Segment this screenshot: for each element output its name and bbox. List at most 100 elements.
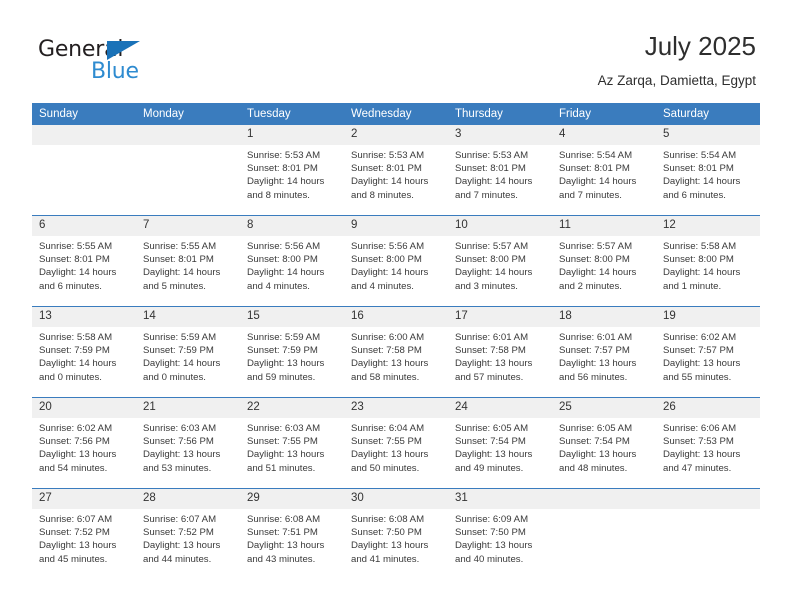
calendar-day-cell[interactable]: 4 Sunrise: 5:54 AM Sunset: 8:01 PM Daylight… bbox=[552, 125, 656, 216]
sunrise-text: Sunrise: 6:01 AM bbox=[559, 332, 633, 343]
calendar-day-cell[interactable]: 6 Sunrise: 5:55 AM Sunset: 8:01 PM Daylight… bbox=[32, 215, 136, 307]
calendar-day-cell[interactable]: 17 Sunrise: 6:01 AM Sunset: 7:58 PM Dayligh… bbox=[448, 306, 552, 398]
day-details: Sunrise: 6:05 AM Sunset: 7:54 PM Daylight:… bbox=[448, 418, 552, 475]
day-number: 31 bbox=[448, 489, 552, 509]
sunrise-text: Sunrise: 5:55 AM bbox=[143, 241, 217, 252]
calendar-day-cell[interactable]: 28 Sunrise: 6:07 AM Sunset: 7:52 PM Dayligh… bbox=[136, 488, 240, 579]
daylight-text: Daylight: 14 hours and 4 minutes. bbox=[351, 267, 429, 292]
sunrise-text: Sunrise: 6:04 AM bbox=[351, 423, 425, 434]
sunrise-text: Sunrise: 5:56 AM bbox=[351, 241, 425, 252]
day-number: 6 bbox=[32, 216, 136, 236]
sunset-text: Sunset: 8:00 PM bbox=[455, 254, 526, 266]
sunset-text: Sunset: 7:55 PM bbox=[247, 436, 318, 448]
calendar-day-cell[interactable]: 20 Sunrise: 6:02 AM Sunset: 7:56 PM Dayligh… bbox=[32, 397, 136, 489]
calendar-day-cell[interactable]: 26 Sunrise: 6:06 AM Sunset: 7:53 PM Dayligh… bbox=[656, 397, 760, 489]
day-number: 15 bbox=[240, 307, 344, 327]
calendar-day-cell[interactable]: 18 Sunrise: 6:01 AM Sunset: 7:57 PM Dayligh… bbox=[552, 306, 656, 398]
calendar-day-cell[interactable]: 11 Sunrise: 5:57 AM Sunset: 8:00 PM Dayligh… bbox=[552, 215, 656, 307]
day-details: Sunrise: 6:00 AM Sunset: 7:58 PM Daylight:… bbox=[344, 327, 448, 384]
calendar-day-cell[interactable]: 22 Sunrise: 6:03 AM Sunset: 7:55 PM Dayligh… bbox=[240, 397, 344, 489]
calendar-day-cell[interactable]: 1 Sunrise: 5:53 AM Sunset: 8:01 PM Daylight… bbox=[240, 125, 344, 216]
calendar-day-cell[interactable]: 29 Sunrise: 6:08 AM Sunset: 7:51 PM Dayligh… bbox=[240, 488, 344, 579]
calendar-day-cell[interactable]: 15 Sunrise: 5:59 AM Sunset: 7:59 PM Dayligh… bbox=[240, 306, 344, 398]
calendar-day-cell[interactable]: 14 Sunrise: 5:59 AM Sunset: 7:59 PM Dayligh… bbox=[136, 306, 240, 398]
calendar-body: 1 Sunrise: 5:53 AM Sunset: 8:01 PM Daylight… bbox=[32, 125, 760, 579]
sunset-text: Sunset: 7:53 PM bbox=[663, 436, 734, 448]
day-details: Sunrise: 5:55 AM Sunset: 8:01 PM Daylight:… bbox=[136, 236, 240, 293]
day-number: 13 bbox=[32, 307, 136, 327]
day-number: 2 bbox=[344, 125, 448, 145]
day-number: 30 bbox=[344, 489, 448, 509]
day-number: 26 bbox=[656, 398, 760, 418]
calendar-day-cell[interactable]: 8 Sunrise: 5:56 AM Sunset: 8:00 PM Daylight… bbox=[240, 215, 344, 307]
sunrise-text: Sunrise: 5:54 AM bbox=[559, 150, 633, 161]
daylight-text: Daylight: 13 hours and 50 minutes. bbox=[351, 449, 429, 474]
day-number: 20 bbox=[32, 398, 136, 418]
calendar-day-cell[interactable]: 9 Sunrise: 5:56 AM Sunset: 8:00 PM Daylight… bbox=[344, 215, 448, 307]
calendar-day-cell[interactable]: 30 Sunrise: 6:08 AM Sunset: 7:50 PM Dayligh… bbox=[344, 488, 448, 579]
day-number: 22 bbox=[240, 398, 344, 418]
day-details: Sunrise: 5:53 AM Sunset: 8:01 PM Daylight:… bbox=[448, 145, 552, 202]
calendar-cell-empty bbox=[32, 125, 136, 216]
daylight-text: Daylight: 13 hours and 56 minutes. bbox=[559, 358, 637, 383]
day-details: Sunrise: 6:05 AM Sunset: 7:54 PM Daylight:… bbox=[552, 418, 656, 475]
sunset-text: Sunset: 7:51 PM bbox=[247, 527, 318, 539]
sunset-text: Sunset: 8:00 PM bbox=[559, 254, 630, 266]
daylight-text: Daylight: 13 hours and 53 minutes. bbox=[143, 449, 221, 474]
calendar-day-cell[interactable]: 19 Sunrise: 6:02 AM Sunset: 7:57 PM Dayligh… bbox=[656, 306, 760, 398]
daylight-text: Daylight: 13 hours and 41 minutes. bbox=[351, 540, 429, 565]
calendar-day-cell[interactable]: 13 Sunrise: 5:58 AM Sunset: 7:59 PM Dayligh… bbox=[32, 306, 136, 398]
calendar-day-cell[interactable]: 2 Sunrise: 5:53 AM Sunset: 8:01 PM Daylight… bbox=[344, 125, 448, 216]
daylight-text: Daylight: 13 hours and 48 minutes. bbox=[559, 449, 637, 474]
daylight-text: Daylight: 14 hours and 7 minutes. bbox=[455, 176, 533, 201]
daylight-text: Daylight: 13 hours and 49 minutes. bbox=[455, 449, 533, 474]
weekday-header-tuesday: Tuesday bbox=[240, 103, 344, 125]
calendar-grid: Sunday Monday Tuesday Wednesday Thursday… bbox=[32, 103, 760, 579]
day-details: Sunrise: 5:53 AM Sunset: 8:01 PM Daylight:… bbox=[240, 145, 344, 202]
daylight-text: Daylight: 14 hours and 0 minutes. bbox=[143, 358, 221, 383]
day-number: 9 bbox=[344, 216, 448, 236]
daylight-text: Daylight: 14 hours and 6 minutes. bbox=[663, 176, 741, 201]
sunrise-text: Sunrise: 6:07 AM bbox=[39, 514, 113, 525]
daylight-text: Daylight: 13 hours and 58 minutes. bbox=[351, 358, 429, 383]
daylight-text: Daylight: 14 hours and 4 minutes. bbox=[247, 267, 325, 292]
calendar-week-row: 13 Sunrise: 5:58 AM Sunset: 7:59 PM Dayligh… bbox=[32, 306, 760, 398]
calendar-day-cell[interactable]: 16 Sunrise: 6:00 AM Sunset: 7:58 PM Dayligh… bbox=[344, 306, 448, 398]
general-blue-logo[interactable]: General Blue bbox=[38, 38, 168, 86]
sunset-text: Sunset: 7:57 PM bbox=[559, 345, 630, 357]
page-header: General Blue July 2025 Az Zarqa, Damiett… bbox=[0, 0, 792, 100]
day-details: Sunrise: 5:55 AM Sunset: 8:01 PM Daylight:… bbox=[32, 236, 136, 293]
calendar-day-cell[interactable]: 12 Sunrise: 5:58 AM Sunset: 8:00 PM Dayligh… bbox=[656, 215, 760, 307]
day-details: Sunrise: 6:08 AM Sunset: 7:50 PM Daylight:… bbox=[344, 509, 448, 566]
sunrise-text: Sunrise: 6:00 AM bbox=[351, 332, 425, 343]
day-number: 19 bbox=[656, 307, 760, 327]
daylight-text: Daylight: 13 hours and 44 minutes. bbox=[143, 540, 221, 565]
sunrise-text: Sunrise: 5:53 AM bbox=[351, 150, 425, 161]
sunrise-text: Sunrise: 5:55 AM bbox=[39, 241, 113, 252]
day-number bbox=[552, 489, 656, 509]
calendar-week-row: 27 Sunrise: 6:07 AM Sunset: 7:52 PM Dayligh… bbox=[32, 488, 760, 579]
calendar-day-cell[interactable]: 5 Sunrise: 5:54 AM Sunset: 8:01 PM Daylight… bbox=[656, 125, 760, 216]
day-details: Sunrise: 5:57 AM Sunset: 8:00 PM Daylight:… bbox=[552, 236, 656, 293]
sunset-text: Sunset: 7:50 PM bbox=[351, 527, 422, 539]
daylight-text: Daylight: 14 hours and 6 minutes. bbox=[39, 267, 117, 292]
calendar-day-cell[interactable]: 21 Sunrise: 6:03 AM Sunset: 7:56 PM Dayligh… bbox=[136, 397, 240, 489]
sunset-text: Sunset: 7:59 PM bbox=[247, 345, 318, 357]
calendar-day-cell[interactable]: 10 Sunrise: 5:57 AM Sunset: 8:00 PM Dayligh… bbox=[448, 215, 552, 307]
calendar-day-cell[interactable]: 31 Sunrise: 6:09 AM Sunset: 7:50 PM Dayligh… bbox=[448, 488, 552, 579]
daylight-text: Daylight: 14 hours and 8 minutes. bbox=[351, 176, 429, 201]
sunset-text: Sunset: 7:56 PM bbox=[143, 436, 214, 448]
calendar-day-cell[interactable]: 23 Sunrise: 6:04 AM Sunset: 7:55 PM Dayligh… bbox=[344, 397, 448, 489]
calendar-day-cell[interactable]: 25 Sunrise: 6:05 AM Sunset: 7:54 PM Dayligh… bbox=[552, 397, 656, 489]
sunrise-text: Sunrise: 6:08 AM bbox=[351, 514, 425, 525]
calendar-cell-empty bbox=[136, 125, 240, 216]
calendar-day-cell[interactable]: 27 Sunrise: 6:07 AM Sunset: 7:52 PM Dayligh… bbox=[32, 488, 136, 579]
day-details: Sunrise: 5:58 AM Sunset: 8:00 PM Daylight:… bbox=[656, 236, 760, 293]
calendar-day-cell[interactable]: 7 Sunrise: 5:55 AM Sunset: 8:01 PM Daylight… bbox=[136, 215, 240, 307]
sunrise-text: Sunrise: 6:02 AM bbox=[39, 423, 113, 434]
day-number: 18 bbox=[552, 307, 656, 327]
weekday-header-monday: Monday bbox=[136, 103, 240, 125]
calendar-day-cell[interactable]: 3 Sunrise: 5:53 AM Sunset: 8:01 PM Daylight… bbox=[448, 125, 552, 216]
sunset-text: Sunset: 7:50 PM bbox=[455, 527, 526, 539]
calendar-day-cell[interactable]: 24 Sunrise: 6:05 AM Sunset: 7:54 PM Dayligh… bbox=[448, 397, 552, 489]
